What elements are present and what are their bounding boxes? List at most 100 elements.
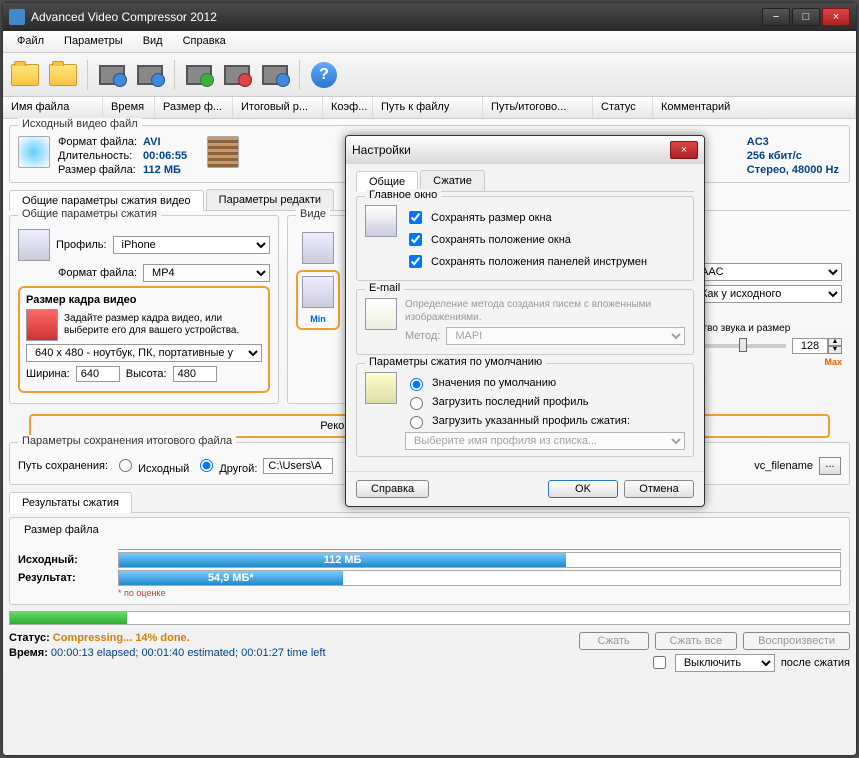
- email-title: E-mail: [365, 282, 404, 294]
- result-bar-fill: 54,9 МБ*: [119, 571, 343, 585]
- compress-button[interactable]: Сжать: [579, 632, 649, 650]
- tb-help[interactable]: ?: [306, 57, 342, 93]
- col-time[interactable]: Время: [103, 97, 155, 118]
- col-ratio[interactable]: Коэф...: [323, 97, 373, 118]
- main-titlebar[interactable]: Advanced Video Compressor 2012 − □ ×: [3, 3, 856, 31]
- film-icon: [137, 65, 163, 85]
- profile-select[interactable]: iPhone: [113, 236, 270, 254]
- radio-source[interactable]: Исходный: [114, 456, 189, 475]
- tb-batch[interactable]: [257, 57, 293, 93]
- col-status[interactable]: Статус: [593, 97, 653, 118]
- col-outpath[interactable]: Путь/итогово...: [483, 97, 593, 118]
- bitrate-spinner[interactable]: ▲▼: [792, 338, 842, 354]
- modal-titlebar[interactable]: Настройки ×: [346, 136, 704, 164]
- audio-slider[interactable]: [692, 344, 786, 348]
- shutdown-select[interactable]: Выключить: [675, 654, 775, 672]
- browse-button[interactable]: ...: [819, 457, 841, 475]
- audio-source-select[interactable]: Как у исходного: [692, 285, 842, 303]
- menu-params[interactable]: Параметры: [54, 31, 133, 52]
- tb-compress[interactable]: [181, 57, 217, 93]
- result-bar: 54,9 МБ*: [118, 570, 841, 586]
- tb-play2[interactable]: [132, 57, 168, 93]
- audio-bitrate: 256 кбит/с: [747, 150, 839, 162]
- profile-label: Профиль:: [56, 239, 107, 251]
- cb-save-size[interactable]: [409, 211, 422, 224]
- status-label: Статус:: [9, 632, 50, 644]
- film-icon: [302, 232, 334, 264]
- film-icon: [99, 65, 125, 85]
- menu-help[interactable]: Справка: [173, 31, 236, 52]
- modal-ok-button[interactable]: OK: [548, 480, 618, 498]
- modal-cancel-button[interactable]: Отмена: [624, 480, 694, 498]
- film-icon: [18, 229, 50, 261]
- video-group-title: Виде: [296, 208, 330, 220]
- spin-down[interactable]: ▼: [828, 346, 842, 354]
- duration-value: 00:06:55: [143, 150, 187, 162]
- height-input[interactable]: [173, 366, 217, 382]
- source-bar-fill: 112 МБ: [119, 553, 566, 567]
- result-bar-label: Результат:: [18, 572, 118, 584]
- duration-label: Длительность:: [58, 150, 137, 162]
- height-label: Высота:: [126, 368, 167, 380]
- quality-hint: ество звука и размер: [692, 323, 842, 334]
- modal-title: Настройки: [352, 143, 668, 157]
- maximize-button[interactable]: □: [792, 8, 820, 26]
- format-select[interactable]: MP4: [143, 264, 270, 282]
- tb-open-folder[interactable]: [45, 57, 81, 93]
- source-group-title: Исходный видео файл: [18, 118, 142, 130]
- col-size[interactable]: Размер ф...: [155, 97, 233, 118]
- modal-close-button[interactable]: ×: [670, 141, 698, 159]
- mainwindow-title: Главное окно: [365, 189, 441, 201]
- film-icon: [262, 65, 288, 85]
- radio-defaults[interactable]: [410, 378, 423, 391]
- tb-open-file[interactable]: [7, 57, 43, 93]
- modal-tab-compress[interactable]: Сжатие: [420, 170, 485, 191]
- filesize-label: Размер файла: [24, 524, 841, 536]
- save-group-title: Параметры сохранения итогового файла: [18, 435, 236, 447]
- radio-specific-profile[interactable]: [410, 416, 423, 429]
- mainwindow-fieldset: Главное окно Сохранять размер окна Сохра…: [356, 196, 694, 281]
- results-group: Размер файла Исходный: 112 МБ Результат:…: [9, 517, 850, 605]
- tab-edit[interactable]: Параметры редакти: [206, 189, 334, 210]
- col-comment[interactable]: Комментарий: [653, 97, 856, 118]
- width-label: Ширина:: [26, 368, 70, 380]
- minimize-button[interactable]: −: [762, 8, 790, 26]
- compress-group-title: Общие параметры сжатия: [18, 208, 161, 220]
- profile-icon: [365, 372, 397, 404]
- radio-last-profile[interactable]: [410, 397, 423, 410]
- email-fieldset: E-mail Определение метода создания писем…: [356, 289, 694, 355]
- source-bar-label: Исходный:: [18, 554, 118, 566]
- frame-hint: Задайте размер кадра видео, или выберите…: [64, 313, 262, 337]
- play-button[interactable]: Воспроизвести: [743, 632, 850, 650]
- frame-preset-select[interactable]: 640 x 480 - ноутбук, ПК, портативные у: [26, 344, 262, 362]
- close-button[interactable]: ×: [822, 8, 850, 26]
- bitrate-input[interactable]: [792, 338, 828, 354]
- cb-save-toolbars[interactable]: [409, 255, 422, 268]
- audio-panel: AAC Как у исходного /с ество звука и раз…: [692, 263, 842, 367]
- ruler: [118, 536, 841, 550]
- radio-other[interactable]: Другой:: [195, 456, 257, 475]
- tab-results[interactable]: Результаты сжатия: [9, 492, 132, 513]
- menu-file[interactable]: Файл: [7, 31, 54, 52]
- frame-size-box: Размер кадра видео Задайте размер кадра …: [18, 286, 270, 393]
- compress-all-button[interactable]: Сжать все: [655, 632, 738, 650]
- col-path[interactable]: Путь к файлу: [373, 97, 483, 118]
- cb-save-pos[interactable]: [409, 233, 422, 246]
- max-label: Max: [692, 357, 842, 367]
- window-icon: [365, 205, 397, 237]
- frame-title: Размер кадра видео: [26, 294, 262, 306]
- save-path-input[interactable]: [263, 458, 333, 474]
- col-result[interactable]: Итоговый р...: [233, 97, 323, 118]
- modal-help-button[interactable]: Справка: [356, 480, 429, 498]
- time-label: Время:: [9, 647, 48, 659]
- audio-codec-select[interactable]: AAC: [692, 263, 842, 281]
- tb-play1[interactable]: [94, 57, 130, 93]
- menu-view[interactable]: Вид: [133, 31, 173, 52]
- col-filename[interactable]: Имя файла: [3, 97, 103, 118]
- width-input[interactable]: [76, 366, 120, 382]
- mail-icon: [365, 298, 397, 330]
- toolbar: ?: [3, 53, 856, 97]
- tb-stop[interactable]: [219, 57, 255, 93]
- spin-up[interactable]: ▲: [828, 338, 842, 346]
- shutdown-checkbox[interactable]: [653, 656, 666, 669]
